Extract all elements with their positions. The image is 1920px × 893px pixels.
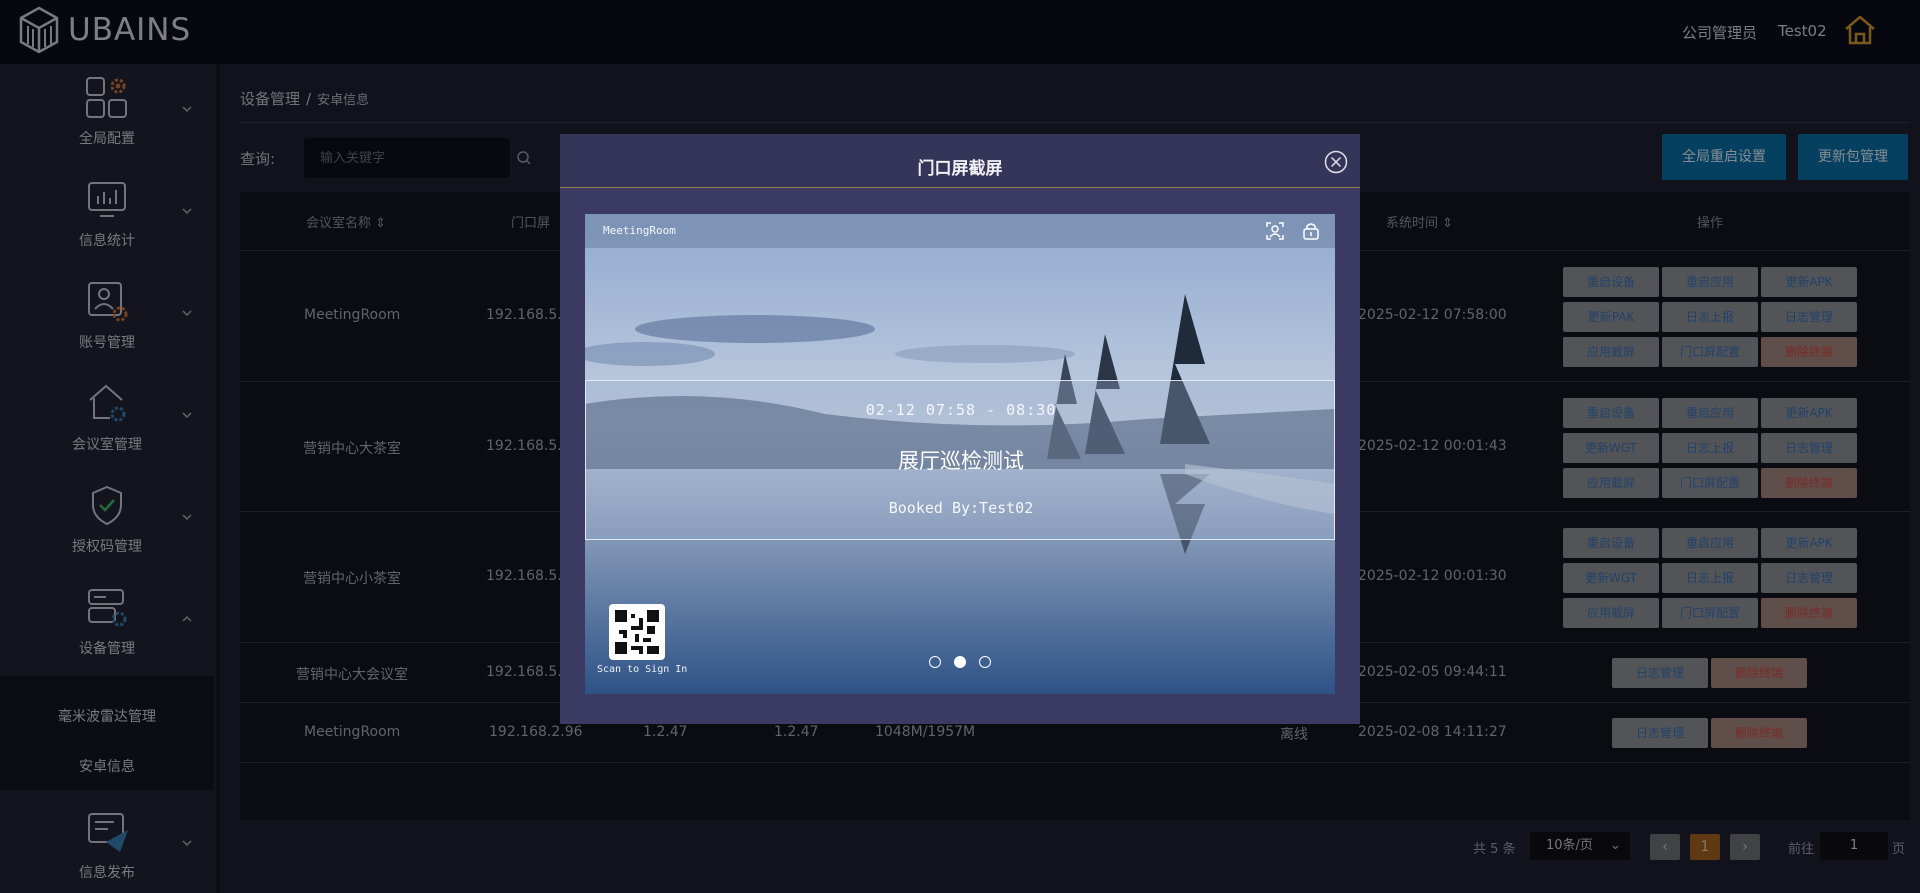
carousel-dot[interactable] [929, 656, 941, 668]
qr-label: Scan to Sign In [597, 664, 688, 675]
screen-top-bar: MeetingRoom [585, 214, 1335, 248]
modal-header: 门口屏截屏 [560, 134, 1360, 188]
face-scan-icon [1266, 222, 1284, 240]
carousel-dot[interactable] [979, 656, 991, 668]
screen-room-name: MeetingRoom [603, 224, 676, 237]
booking-time-range: 02-12 07:58 - 08:30 [865, 401, 1057, 419]
current-booking-panel: 02-12 07:58 - 08:30 展厅巡检测试 Booked By:Tes… [585, 380, 1335, 540]
qr-code-icon [615, 610, 659, 654]
booking-organizer: Booked By:Test02 [888, 499, 1034, 517]
modal-title: 门口屏截屏 [917, 159, 1003, 179]
carousel-dot-active[interactable] [954, 656, 966, 668]
lock-icon [1303, 223, 1319, 240]
door-screen-capture: MeetingRoom 02-12 07:58 - 08:30 展厅巡检测试 B… [585, 214, 1335, 694]
sign-in-qr-code [609, 604, 665, 660]
close-icon[interactable] [1324, 150, 1348, 174]
booking-title: 展厅巡检测试 [898, 449, 1024, 473]
